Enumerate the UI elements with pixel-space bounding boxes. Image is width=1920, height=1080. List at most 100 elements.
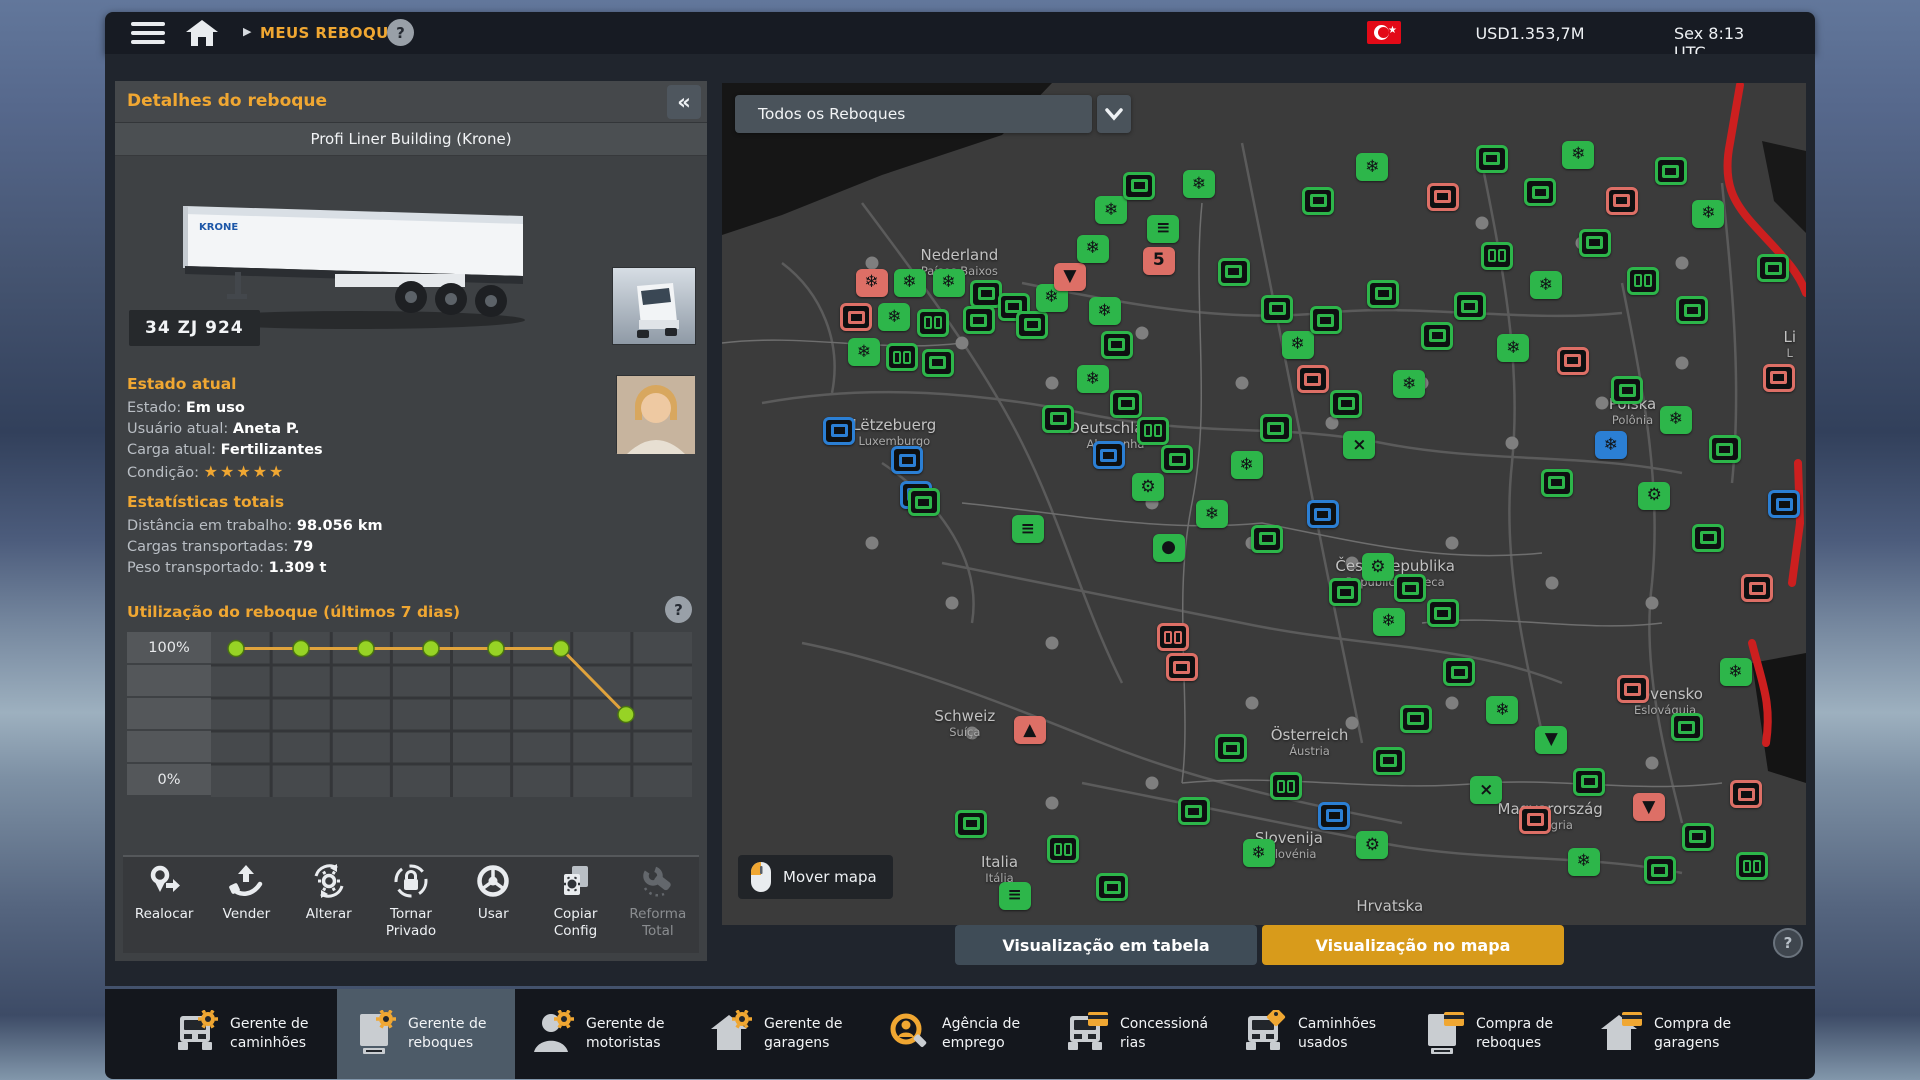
map-view-button[interactable]: Visualização no mapa xyxy=(1262,925,1564,965)
trailer-marker-box[interactable] xyxy=(1329,578,1361,606)
trailer-marker-gear[interactable]: ⚙ xyxy=(1362,553,1394,581)
trailer-marker-box[interactable] xyxy=(1310,306,1342,334)
trailer-filter-dropdown[interactable]: Todos os Reboques xyxy=(735,95,1092,133)
trailer-marker-snow[interactable]: ❄ xyxy=(1562,141,1594,169)
nav-item-usados[interactable]: Caminhõesusados xyxy=(1227,989,1405,1079)
trailer-marker-drop[interactable]: ● xyxy=(1153,534,1185,562)
trailer-marker-box[interactable] xyxy=(1730,780,1762,808)
trailer-marker-snow[interactable]: ❄ xyxy=(1077,365,1109,393)
copy-config-button[interactable]: Copiar Config xyxy=(534,863,616,940)
trailer-marker-snow[interactable]: ❄ xyxy=(878,303,910,331)
driver-avatar[interactable] xyxy=(616,375,694,453)
trailer-marker-box[interactable] xyxy=(1367,280,1399,308)
table-view-button[interactable]: Visualização em tabela xyxy=(955,925,1257,965)
trailer-marker-box[interactable] xyxy=(1768,490,1800,518)
trailer-marker-box[interactable] xyxy=(1042,405,1074,433)
trailer-marker-snow[interactable]: ❄ xyxy=(1095,196,1127,224)
trailer-marker-box[interactable] xyxy=(1427,183,1459,211)
trailer-marker-gear[interactable]: ⚙ xyxy=(1132,473,1164,501)
change-gear-button[interactable]: Alterar xyxy=(288,863,370,923)
trailer-marker-snow[interactable]: ❄ xyxy=(1530,271,1562,299)
trailer-marker-box[interactable] xyxy=(922,349,954,377)
trailer-marker-box[interactable] xyxy=(1644,856,1676,884)
trailer-marker-box[interactable] xyxy=(1016,311,1048,339)
trailer-marker-box[interactable] xyxy=(1394,574,1426,602)
trailer-marker-box[interactable] xyxy=(1763,364,1795,392)
nav-item-caminhões[interactable]: Gerente decaminhões xyxy=(159,989,337,1079)
nav-item-reboques[interactable]: Gerente dereboques xyxy=(337,989,515,1079)
trailer-marker-snow[interactable]: ❄ xyxy=(1692,200,1724,228)
trailer-marker-dump[interactable]: ▼ xyxy=(1535,726,1567,754)
trailer-marker-snow[interactable]: ❄ xyxy=(1089,297,1121,325)
trailer-marker-snow[interactable]: ❄ xyxy=(1183,170,1215,198)
trailer-marker-box[interactable] xyxy=(823,417,855,445)
trailer-marker-snow[interactable]: ❄ xyxy=(1356,153,1388,181)
trailer-marker-dbl[interactable] xyxy=(1137,417,1169,445)
trailer-marker-box[interactable] xyxy=(1757,254,1789,282)
trailer-marker-box[interactable] xyxy=(1519,806,1551,834)
trailer-marker-box[interactable] xyxy=(1427,599,1459,627)
sell-hand-button[interactable]: Vender xyxy=(205,863,287,923)
trailer-marker-box[interactable] xyxy=(963,306,995,334)
trailer-marker-dump[interactable]: ▼ xyxy=(1633,793,1665,821)
trailer-marker-box[interactable] xyxy=(1318,802,1350,830)
trailer-marker-snow[interactable]: ❄ xyxy=(1282,331,1314,359)
trailer-marker-box[interactable] xyxy=(1709,435,1741,463)
trailer-marker-box[interactable] xyxy=(1215,734,1247,762)
trailer-marker-box[interactable] xyxy=(1123,172,1155,200)
trailer-marker-box[interactable] xyxy=(1476,145,1508,173)
nav-item-garagens[interactable]: Compra degaragens xyxy=(1583,989,1761,1079)
trailer-marker-box[interactable] xyxy=(1421,322,1453,350)
trailer-marker-dbl[interactable] xyxy=(1481,242,1513,270)
nav-item-rias[interactable]: Concessionárias xyxy=(1049,989,1227,1079)
trailer-marker-box[interactable] xyxy=(1307,500,1339,528)
trailer-marker-dbl[interactable] xyxy=(917,309,949,337)
trailer-marker-snow[interactable]: ❄ xyxy=(1077,235,1109,263)
trailer-marker-snow[interactable]: ❄ xyxy=(1393,370,1425,398)
nav-item-garagens[interactable]: Gerente degaragens xyxy=(693,989,871,1079)
trailer-marker-snow[interactable]: ❄ xyxy=(1660,406,1692,434)
trailer-marker-box[interactable] xyxy=(1297,365,1329,393)
trailer-marker-box[interactable] xyxy=(1682,823,1714,851)
map-help-icon[interactable]: ? xyxy=(1773,928,1803,958)
trailer-marker-box[interactable] xyxy=(1741,574,1773,602)
nav-item-reboques[interactable]: Compra dereboques xyxy=(1405,989,1583,1079)
trailer-marker-box[interactable] xyxy=(1178,797,1210,825)
trailer-marker-crane[interactable]: 5 xyxy=(1143,247,1175,275)
trailer-marker-box[interactable] xyxy=(1676,296,1708,324)
trailer-marker-snow[interactable]: ❄ xyxy=(1231,451,1263,479)
lock-button[interactable]: Tornar Privado xyxy=(370,863,452,940)
trailer-marker-box[interactable] xyxy=(955,810,987,838)
trailer-marker-box[interactable] xyxy=(1611,376,1643,404)
trailer-marker-snow[interactable]: ❄ xyxy=(1486,696,1518,724)
trailer-marker-snow[interactable]: ❄ xyxy=(1243,839,1275,867)
trailer-marker-dump[interactable]: ▼ xyxy=(1054,263,1086,291)
trailer-marker-box[interactable] xyxy=(1161,445,1193,473)
trailer-marker-gear[interactable]: ⚙ xyxy=(1638,482,1670,510)
trailer-marker-box[interactable] xyxy=(1096,873,1128,901)
trailer-marker-snow[interactable]: ❄ xyxy=(1373,608,1405,636)
trailer-marker-box[interactable] xyxy=(1373,747,1405,775)
collapse-panel-button[interactable]: « xyxy=(667,85,701,119)
trailer-marker-snow[interactable]: ❄ xyxy=(933,269,965,297)
trailer-marker-snow[interactable]: ❄ xyxy=(1720,658,1752,686)
trailer-marker-lines[interactable]: ≡ xyxy=(1147,215,1179,243)
trailer-marker-box[interactable] xyxy=(1261,295,1293,323)
trailer-marker-box[interactable] xyxy=(1093,441,1125,469)
trailer-marker-snow[interactable]: ❄ xyxy=(1196,500,1228,528)
trailer-marker-box[interactable] xyxy=(1400,705,1432,733)
trailer-marker-box[interactable] xyxy=(1101,331,1133,359)
trailer-marker-snow[interactable]: ❄ xyxy=(1568,848,1600,876)
trailer-marker-snow[interactable]: ❄ xyxy=(1595,431,1627,459)
menu-icon[interactable] xyxy=(131,22,165,46)
trailer-marker-snow[interactable]: ❄ xyxy=(894,269,926,297)
nav-item-motoristas[interactable]: Gerente demotoristas xyxy=(515,989,693,1079)
trailer-marker-box[interactable] xyxy=(1454,292,1486,320)
trailer-marker-snow[interactable]: ❄ xyxy=(848,338,880,366)
trailer-marker-dbl[interactable] xyxy=(886,343,918,371)
trailer-marker-x[interactable]: × xyxy=(1470,776,1502,804)
trailer-marker-box[interactable] xyxy=(1166,653,1198,681)
trailer-marker-gear[interactable]: ⚙ xyxy=(1356,831,1388,859)
trailer-marker-box[interactable] xyxy=(1655,157,1687,185)
trailer-marker-box[interactable] xyxy=(1671,713,1703,741)
